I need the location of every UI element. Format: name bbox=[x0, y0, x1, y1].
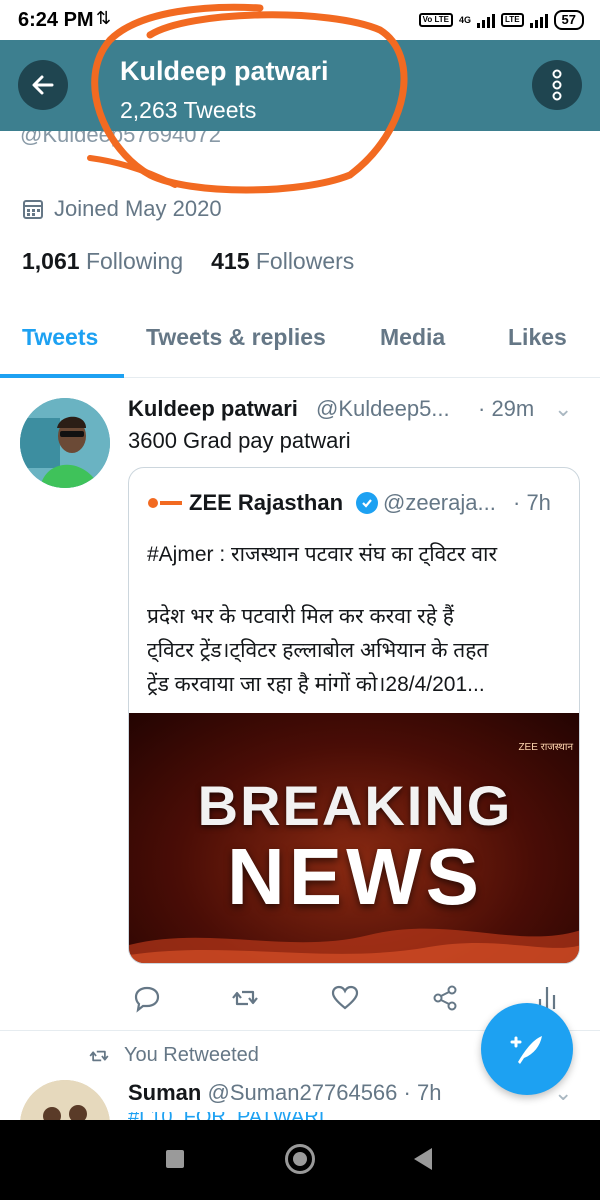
following-count: 1,061 bbox=[22, 248, 80, 274]
retweet-context: You Retweeted bbox=[88, 1044, 259, 1067]
active-tab-indicator bbox=[0, 374, 124, 378]
breaking-news-image[interactable]: ZEE राजस्थान BREAKING NEWS bbox=[129, 713, 579, 963]
quoted-line: प्रदेश भर के पटवारी मिल कर करवा रहे हैं bbox=[147, 605, 454, 628]
compose-feather-icon bbox=[510, 1036, 542, 1064]
system-nav-bar bbox=[0, 1120, 600, 1200]
quoted-author-name: ZEE Rajasthan bbox=[189, 490, 344, 515]
tab-likes[interactable]: Likes bbox=[508, 324, 567, 351]
back-arrow-icon bbox=[32, 75, 54, 95]
sync-icon: ⇅ bbox=[96, 8, 112, 28]
volte-icon: Vo LTE bbox=[418, 13, 453, 27]
tweet-count: 2,263 Tweets bbox=[120, 97, 257, 123]
tweet-time: · 29m bbox=[478, 396, 535, 421]
avatar-photo bbox=[20, 398, 110, 488]
compose-tweet-button[interactable] bbox=[481, 1003, 573, 1095]
profile-header: Kuldeep patwari 2,263 Tweets bbox=[0, 40, 600, 131]
followers-count: 415 bbox=[211, 248, 250, 274]
following-link[interactable]: 1,061 Following bbox=[22, 248, 183, 275]
tweet-2-author-handle: @Suman27764566 bbox=[207, 1080, 398, 1105]
avatar[interactable] bbox=[20, 398, 110, 488]
tab-tweets[interactable]: Tweets bbox=[22, 324, 98, 351]
retweet-small-icon bbox=[89, 1050, 109, 1061]
joined-date: Joined May 2020 bbox=[22, 196, 222, 222]
tweet-text: 3600 Grad pay patwari bbox=[128, 428, 351, 453]
quoted-text: #Ajmer : राजस्थान पटवार संघ का ट्विटर वा… bbox=[147, 538, 567, 702]
calendar-icon bbox=[23, 200, 43, 219]
tweet-2-header: Suman @Suman27764566 · 7h bbox=[128, 1080, 441, 1106]
signal-icon-2 bbox=[529, 12, 548, 28]
recent-apps-button[interactable] bbox=[166, 1150, 184, 1168]
retweet-icon[interactable] bbox=[230, 983, 260, 1013]
reply-icon[interactable] bbox=[132, 983, 162, 1013]
tweet-header: Kuldeep patwari @Kuldeep5... · 29m ⌄ bbox=[128, 396, 578, 426]
header-title: Kuldeep patwari bbox=[120, 56, 329, 86]
quoted-time: · 7h bbox=[513, 490, 551, 515]
quoted-author-handle: @zeeraja... bbox=[383, 490, 496, 515]
image-text-breaking: BREAKING bbox=[197, 774, 513, 837]
quoted-line: #Ajmer : राजस्थान पटवार संघ का ट्विटर वा… bbox=[147, 543, 498, 566]
battery-icon: 57 bbox=[553, 10, 584, 30]
status-bar: 6:24 PM ⇅ Vo LTE 4G LTE 57 bbox=[0, 0, 600, 40]
tab-tweets-replies[interactable]: Tweets & replies bbox=[146, 324, 326, 351]
signal-icon bbox=[477, 12, 496, 28]
quoted-tweet[interactable]: ZEE Rajasthan @zeeraja... · 7h #Ajmer : … bbox=[128, 467, 580, 964]
verified-icon bbox=[356, 492, 378, 514]
like-icon[interactable] bbox=[330, 983, 360, 1013]
tweet-2-time: · 7h bbox=[403, 1080, 442, 1105]
profile-tabs: Tweets Tweets & replies Media Likes bbox=[0, 310, 600, 378]
following-label: Following bbox=[85, 248, 184, 274]
quoted-line: ट्विटर ट्रेंड।ट्विटर हल्लाबोल अभियान के … bbox=[147, 639, 489, 662]
joined-label: Joined May 2020 bbox=[54, 196, 222, 221]
followers-label: Followers bbox=[255, 248, 355, 274]
status-time: 6:24 PM bbox=[18, 9, 94, 31]
tweet-author-name[interactable]: Kuldeep patwari bbox=[128, 396, 298, 422]
quoted-line: ट्रेंड करवाया जा रहा है मांगों को।28/4/2… bbox=[147, 673, 485, 696]
image-wave-decoration bbox=[129, 928, 579, 963]
followers-link[interactable]: 415 Followers bbox=[211, 248, 354, 275]
image-channel-logo: ZEE राजस्थान bbox=[518, 742, 573, 753]
home-button[interactable] bbox=[285, 1144, 315, 1174]
zee-logo-icon bbox=[148, 498, 182, 508]
follow-stats: 1,061 Following 415 Followers bbox=[22, 248, 354, 275]
system-back-button[interactable] bbox=[414, 1148, 432, 1170]
status-icons: Vo LTE 4G LTE 57 bbox=[418, 8, 584, 32]
more-options-button[interactable] bbox=[532, 60, 582, 110]
network-type: 4G bbox=[459, 15, 472, 25]
back-button[interactable] bbox=[18, 60, 68, 110]
retweet-label: You Retweeted bbox=[124, 1044, 259, 1066]
tweet-2-author-name[interactable]: Suman bbox=[128, 1080, 201, 1105]
volte-icon-2: LTE bbox=[501, 13, 524, 27]
chevron-down-icon[interactable]: ⌄ bbox=[554, 396, 572, 422]
tweet-author-handle: @Kuldeep5... bbox=[316, 396, 450, 421]
more-vertical-icon bbox=[552, 69, 562, 101]
tab-media[interactable]: Media bbox=[380, 324, 445, 351]
share-icon[interactable] bbox=[430, 983, 460, 1013]
